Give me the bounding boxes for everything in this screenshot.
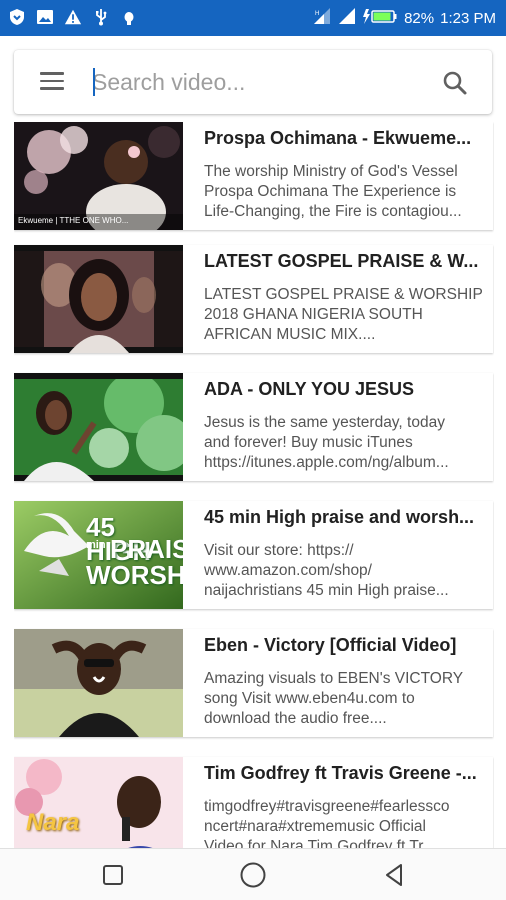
signal-icon xyxy=(338,7,356,29)
signal-icon: H xyxy=(312,7,332,29)
search-bar xyxy=(14,50,492,114)
video-title: Eben - Victory [Official Video] xyxy=(204,635,457,655)
video-item[interactable]: LATEST GOSPEL PRAISE & W... LATEST GOSPE… xyxy=(14,245,493,353)
svg-text:H: H xyxy=(315,11,319,17)
navigation-bar xyxy=(0,848,506,900)
search-icon[interactable] xyxy=(442,70,468,96)
video-description: timgodfrey#travisgreene#fearlessco ncert… xyxy=(204,798,450,848)
video-description: LATEST GOSPEL PRAISE & WORSHIP 2018 GHAN… xyxy=(204,286,483,343)
text-cursor xyxy=(93,68,95,96)
usb-icon xyxy=(92,8,110,26)
video-item[interactable]: Eben - Victory [Official Video] Amazing … xyxy=(14,629,493,737)
back-triangle-icon[interactable] xyxy=(380,861,408,889)
clock: 1:23 PM xyxy=(440,9,496,27)
thumbnail-text: Nara xyxy=(26,809,80,836)
battery-percent: 82% xyxy=(404,9,435,27)
video-item[interactable]: 45 HIGH min PRAIS WORSH 45 min High prai… xyxy=(14,501,493,609)
recents-square-icon[interactable] xyxy=(99,861,127,889)
video-thumbnail[interactable]: Nara xyxy=(14,757,183,848)
video-thumbnail[interactable] xyxy=(14,629,183,737)
video-item[interactable]: Nara Tim Godfrey ft Travis Greene -... t… xyxy=(14,757,493,848)
thumbnail-caption: Ekwueme | TTHE ONE WHO... xyxy=(18,216,129,225)
thumbnail-text: PRAIS xyxy=(110,534,183,564)
video-title: 45 min High praise and worsh... xyxy=(204,507,475,527)
video-description: Jesus is the same yesterday, today and f… xyxy=(204,414,449,471)
search-input[interactable] xyxy=(92,64,422,100)
video-description: The worship Ministry of God's Vessel Pro… xyxy=(204,163,462,220)
image-icon xyxy=(36,8,54,26)
video-title: Tim Godfrey ft Travis Greene -... xyxy=(204,763,477,783)
video-item[interactable]: ADA - ONLY YOU JESUS Jesus is the same y… xyxy=(14,373,493,481)
video-thumbnail[interactable] xyxy=(14,245,183,353)
video-description: Visit our store: https:// www.amazon.com… xyxy=(204,542,449,599)
video-thumbnail[interactable]: 45 HIGH min PRAIS WORSH xyxy=(14,501,183,609)
video-thumbnail[interactable] xyxy=(14,373,183,481)
status-bar: H 82% 1:23 PM xyxy=(0,0,506,36)
thumbnail-text: min xyxy=(86,539,106,551)
video-title: Prospa Ochimana - Ekwueme... xyxy=(204,128,472,148)
video-title: LATEST GOSPEL PRAISE & W... xyxy=(204,251,479,271)
thumbnail-text: WORSH xyxy=(86,560,183,590)
warning-icon xyxy=(64,8,82,26)
home-circle-icon[interactable] xyxy=(239,861,267,889)
video-title: ADA - ONLY YOU JESUS xyxy=(204,379,415,399)
video-item[interactable]: Ekwueme | TTHE ONE WHO... Prospa Ochiman… xyxy=(14,122,493,230)
bug-icon xyxy=(120,8,138,26)
shield-icon xyxy=(8,8,26,26)
hamburger-menu-icon[interactable] xyxy=(40,72,64,92)
video-description: Amazing visuals to EBEN's VICTORY song V… xyxy=(204,670,464,727)
video-thumbnail[interactable]: Ekwueme | TTHE ONE WHO... xyxy=(14,122,183,230)
video-list[interactable]: Ekwueme | TTHE ONE WHO... Prospa Ochiman… xyxy=(14,122,494,848)
charging-battery-icon xyxy=(362,7,398,29)
